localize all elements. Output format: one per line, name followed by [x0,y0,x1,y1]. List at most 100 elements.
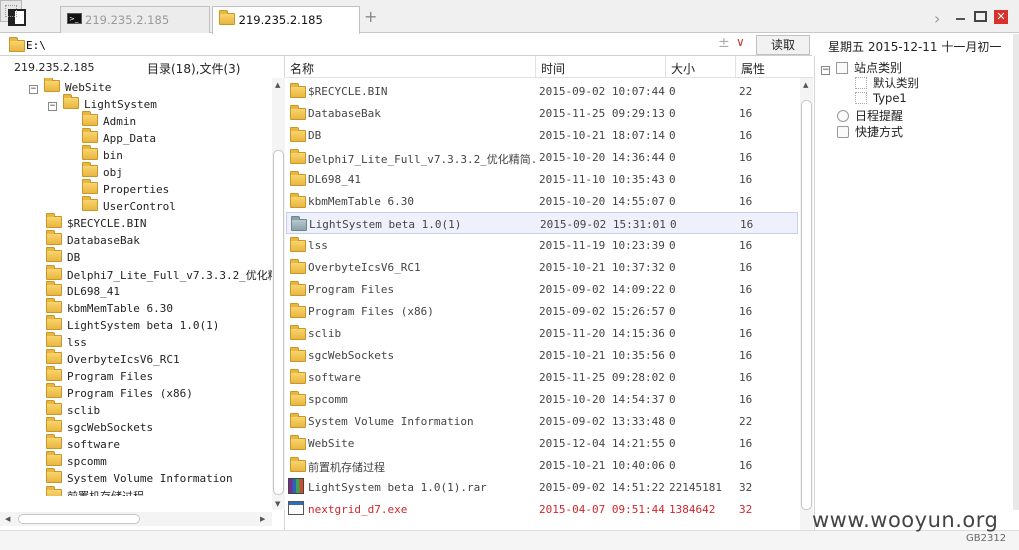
file-row[interactable]: WebSite 2015-12-04 14:21:55 0 16 [286,432,798,454]
folder-icon [46,265,62,280]
site-tree-item[interactable]: 快捷方式 [837,123,903,140]
file-row[interactable]: sclib 2015-11-20 14:15:36 0 16 [286,322,798,344]
file-size: 1384642 [669,503,716,516]
minimize-icon[interactable] [956,18,965,20]
folder-icon [46,349,62,364]
add-bookmark-icon[interactable]: ± [718,35,730,51]
tree-node[interactable]: sgcWebSockets [46,417,153,437]
scrollbar-thumb[interactable] [18,514,140,524]
scrollbar-thumb[interactable] [273,150,284,495]
folder-icon [290,105,306,120]
file-row[interactable]: spcomm 2015-10-20 14:54:37 0 16 [286,388,798,410]
tree-node[interactable]: $RECYCLE.BIN [46,213,146,233]
collapse-icon[interactable]: − [29,85,38,94]
scroll-left-icon[interactable]: ◀ [5,515,10,523]
executable-icon [288,501,304,515]
file-row[interactable]: kbmMemTable 6.30 2015-10-20 14:55:07 0 16 [286,190,798,212]
tree-node[interactable]: 前置机存储过程 [46,486,144,496]
site-tree-item[interactable]: − 站点类别 [821,59,902,76]
file-name: OverbyteIcsV6_RC1 [308,261,421,274]
close-icon[interactable]: ✕ [994,10,1008,24]
file-row[interactable]: nextgrid_d7.exe 2015-04-07 09:51:44 138464… [286,498,798,520]
column-divider[interactable] [735,56,736,78]
site-tree-item[interactable]: 默认类别 [855,75,919,91]
file-row[interactable]: Program Files 2015-09-02 14:09:22 0 16 [286,278,798,300]
tree-node[interactable]: DL698_41 [46,281,120,301]
tree-node[interactable]: kbmMemTable 6.30 [46,298,173,318]
read-button[interactable]: 读取 [756,35,810,55]
site-tree-label: 日程提醒 [855,109,904,123]
file-row[interactable]: 前置机存储过程 2015-10-21 10:40:06 0 16 [286,454,798,476]
folder-icon [82,179,98,194]
tree-node[interactable]: System Volume Information [46,468,233,488]
column-header-size[interactable]: 大小 [671,60,695,77]
tab-terminal[interactable]: 219.235.2.185 [60,6,210,33]
file-row[interactable]: DL698_41 2015-11-10 10:35:43 0 16 [286,168,798,190]
file-row[interactable]: System Volume Information 2015-09-02 13:3… [286,410,798,432]
tree-horizontal-scrollbar[interactable]: ◀ ▶ [0,512,272,526]
tree-node[interactable]: UserControl [82,196,176,216]
right-scrollbar[interactable] [1013,34,1019,510]
tree-node[interactable]: spcomm [46,451,107,471]
file-row[interactable]: LightSystem beta 1.0(1) 2015-09-02 15:31:… [286,212,798,234]
file-row[interactable]: DB 2015-10-21 18:07:14 0 16 [286,124,798,146]
folder-icon [46,417,62,432]
site-tree-label: 快捷方式 [855,125,904,139]
file-size: 0 [669,151,676,164]
chevron-right-icon[interactable]: › [934,9,940,28]
file-row[interactable]: software 2015-11-25 09:28:02 0 16 [286,366,798,388]
maximize-icon[interactable] [974,11,987,22]
scroll-up-icon[interactable]: ▲ [275,81,280,89]
column-header-time[interactable]: 时间 [541,60,565,77]
tree-node[interactable]: Properties [82,179,169,199]
path-input[interactable] [26,36,706,54]
file-row[interactable]: lss 2015-11-19 10:23:39 0 16 [286,234,798,256]
tree-node-label: DL698_41 [67,285,120,298]
site-tree-item[interactable]: 日程提醒 [837,107,903,124]
folder-icon [46,451,62,466]
tree-node-label: kbmMemTable 6.30 [67,302,173,315]
file-row[interactable]: LightSystem beta 1.0(1).rar 2015-09-02 14… [286,476,798,498]
file-row[interactable]: Program Files (x86) 2015-09-02 15:26:57 0 1… [286,300,798,322]
column-divider[interactable] [535,56,536,78]
file-list-vertical-scrollbar[interactable]: ▲ [800,78,813,530]
category-item-icon [855,92,867,104]
folder-icon [46,298,62,313]
tree-node-label: obj [103,166,123,179]
file-row[interactable]: Delphi7_Lite_Full_v7.3.3.2_优化精简... 2015-1… [286,146,798,168]
scroll-up-icon[interactable]: ▲ [803,81,808,89]
file-size: 0 [669,85,676,98]
collapse-icon[interactable]: − [48,102,57,111]
tree-node[interactable]: App_Data [82,128,156,148]
add-tab-icon[interactable]: + [364,9,377,25]
file-name: DB [308,129,322,142]
file-name: nextgrid_d7.exe [308,503,408,516]
chevron-down-icon[interactable]: ∨ [736,35,745,49]
tree-node[interactable]: − LightSystem [48,94,157,114]
column-divider[interactable] [665,56,666,78]
column-header-attr[interactable]: 属性 [741,60,765,77]
tree-node[interactable]: Program Files (x86) [46,383,193,403]
tree-node[interactable]: Delphi7_Lite_Full_v7.3.3.2_优化精简 [46,265,272,284]
tree-vertical-scrollbar[interactable]: ▲ ▼ [272,78,285,510]
tab-file-manager[interactable]: 219.235.2.185 [212,6,360,34]
file-attr: 16 [739,459,753,472]
file-row[interactable]: sgcWebSockets 2015-10-21 10:35:56 0 16 [286,344,798,366]
scrollbar-thumb[interactable] [801,100,812,510]
file-row[interactable]: DatabaseBak 2015-11-25 09:29:13 0 16 [286,102,798,124]
tree-node[interactable]: LightSystem beta 1.0(1) [46,315,219,335]
scroll-down-icon[interactable]: ▼ [275,500,280,508]
folder-icon [290,171,306,186]
file-row[interactable]: OverbyteIcsV6_RC1 2015-10-21 10:37:32 0 16 [286,256,798,278]
site-tree-item[interactable]: Type1 [855,91,907,105]
tree-node[interactable]: Program Files [46,366,153,386]
tree-node[interactable]: DatabaseBak [46,230,140,250]
scroll-right-icon[interactable]: ▶ [260,515,265,523]
file-row[interactable]: $RECYCLE.BIN 2015-09-02 10:07:44 0 22 [286,80,798,102]
file-time: 2015-11-20 14:15:36 [539,327,665,340]
tree-node-label: Program Files (x86) [67,387,193,400]
column-header-name[interactable]: 名称 [290,60,314,77]
tree-node[interactable]: OverbyteIcsV6_RC1 [46,349,180,369]
collapse-icon[interactable]: − [821,66,830,75]
tree-node[interactable]: software [46,434,120,454]
